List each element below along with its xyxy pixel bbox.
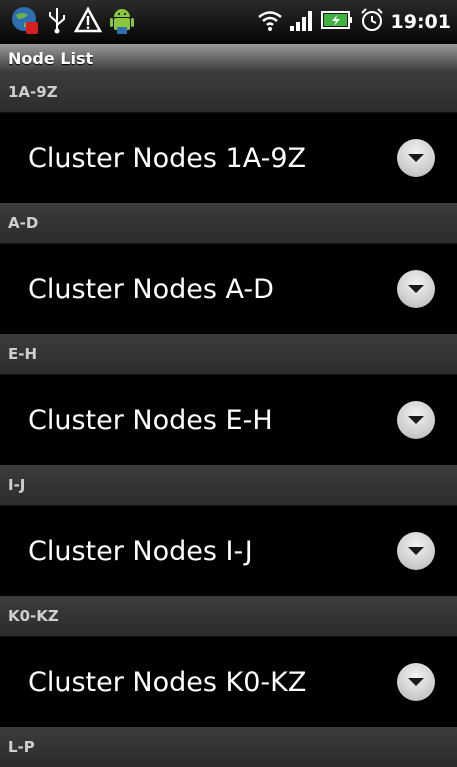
- section-header-label: E-H: [8, 345, 38, 363]
- chevron-down-icon: [408, 285, 424, 293]
- android-icon: [108, 5, 136, 39]
- chevron-down-icon: [408, 154, 424, 162]
- section-header-label: A-D: [8, 214, 39, 232]
- node-list: 1A-9Z Cluster Nodes 1A-9Z A-D Cluster No…: [0, 72, 457, 767]
- section-header-label: I-J: [8, 476, 26, 494]
- list-item-label: Cluster Nodes E-H: [28, 404, 273, 436]
- list-item-label: Cluster Nodes A-D: [28, 273, 274, 305]
- signal-icon: [289, 8, 315, 36]
- chevron-down-icon: [408, 678, 424, 686]
- page-title: Node List: [8, 48, 94, 68]
- status-bar: 19:01: [0, 0, 457, 44]
- expand-button[interactable]: [397, 532, 435, 570]
- section-header-label: 1A-9Z: [8, 83, 58, 101]
- list-item-label: Cluster Nodes I-J: [28, 535, 253, 567]
- section-header: I-J: [0, 465, 457, 505]
- expand-button[interactable]: [397, 401, 435, 439]
- usb-icon: [46, 6, 68, 38]
- list-item-label: Cluster Nodes K0-KZ: [28, 666, 307, 698]
- expand-button[interactable]: [397, 139, 435, 177]
- list-item-label: Cluster Nodes 1A-9Z: [28, 142, 307, 174]
- title-bar: Node List: [0, 44, 457, 72]
- section-header-label: K0-KZ: [8, 607, 59, 625]
- list-item[interactable]: Cluster Nodes K0-KZ: [0, 636, 457, 727]
- list-item[interactable]: Cluster Nodes I-J: [0, 505, 457, 596]
- section-header: 1A-9Z: [0, 72, 457, 112]
- section-header-label: L-P: [8, 738, 35, 756]
- wifi-icon: [257, 8, 283, 36]
- section-header: A-D: [0, 203, 457, 243]
- expand-button[interactable]: [397, 663, 435, 701]
- notification-icons: [10, 5, 136, 39]
- warning-icon: [73, 6, 103, 38]
- section-header: E-H: [0, 334, 457, 374]
- status-time: 19:01: [390, 11, 451, 33]
- chevron-down-icon: [408, 547, 424, 555]
- battery-charging-icon: [320, 9, 353, 35]
- chevron-down-icon: [408, 416, 424, 424]
- list-item[interactable]: Cluster Nodes A-D: [0, 243, 457, 334]
- section-header: L-P: [0, 727, 457, 767]
- alarm-icon: [359, 7, 385, 37]
- list-item[interactable]: Cluster Nodes 1A-9Z: [0, 112, 457, 203]
- system-icons: 19:01: [257, 7, 451, 37]
- app-globe-icon: [10, 5, 40, 39]
- expand-button[interactable]: [397, 270, 435, 308]
- list-item[interactable]: Cluster Nodes E-H: [0, 374, 457, 465]
- section-header: K0-KZ: [0, 596, 457, 636]
